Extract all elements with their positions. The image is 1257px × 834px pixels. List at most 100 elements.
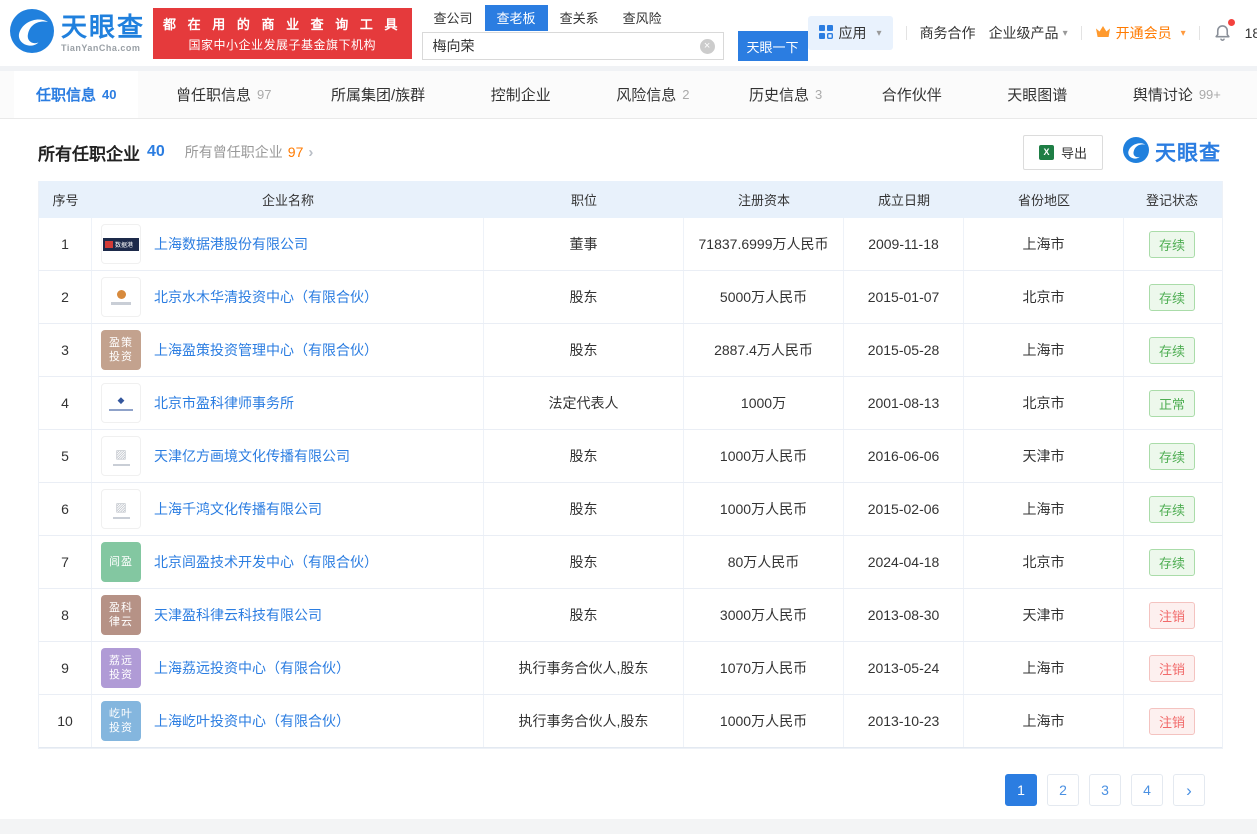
table-row: 6 上海千鸿文化传播有限公司 股东 1000万人民币 2015-02-06 上海… [39, 483, 1222, 536]
nav-divider [905, 26, 907, 40]
account-menu[interactable]: 186*... ▾ [1245, 25, 1257, 41]
search-tab[interactable]: 查老板 [484, 5, 548, 31]
page-tab[interactable]: 天眼图谱 [985, 71, 1095, 118]
date-cell: 2024-04-18 [844, 536, 964, 588]
date-value: 2015-05-28 [867, 342, 940, 358]
page-tab-label: 舆情讨论 [1132, 87, 1193, 104]
page-bottom-strip [0, 819, 1257, 834]
nav-business-cooperation[interactable]: 商务合作 [920, 23, 976, 43]
company-cell: 屹叶 投资 上海屹叶投资中心（有限合伙） [92, 695, 484, 747]
company-logo: 荔远 投资 [101, 648, 141, 688]
excel-icon: X [1038, 144, 1054, 160]
position-cell: 法定代表人 [484, 377, 684, 429]
position-cell: 股东 [484, 271, 684, 323]
page-tab[interactable]: 风险信息 2 [594, 71, 711, 118]
date-value: 2015-01-07 [867, 289, 940, 305]
position-value: 执行事务合伙人,股东 [518, 713, 649, 729]
capital-cell: 5000万人民币 [684, 271, 844, 323]
company-link[interactable]: 上海荔远投资中心（有限合伙） [154, 658, 350, 678]
page-button[interactable]: 1 [1005, 774, 1037, 806]
notification-dot [1227, 19, 1235, 26]
date-cell: 2013-05-24 [844, 642, 964, 694]
section-header: 所有任职企业 40 所有曾任职企业 97 › X 导出 天眼查 [38, 134, 1221, 170]
nav-vip-upgrade[interactable]: 开通会员 ▾ [1095, 23, 1186, 43]
column-header: 注册资本 [737, 193, 790, 208]
page-button[interactable]: 2 [1047, 774, 1079, 806]
company-cell: 北京市盈科律师事务所 [92, 377, 484, 429]
tianyancha-logo[interactable]: 天眼查 TianYanCha.com [10, 8, 145, 58]
notifications-button[interactable] [1213, 19, 1235, 44]
province-cell: 北京市 [964, 271, 1124, 323]
row-index-cell: 6 [39, 483, 92, 535]
page-button[interactable]: 4 [1131, 774, 1163, 806]
company-cell: 荔远 投资 上海荔远投资中心（有限合伙） [92, 642, 484, 694]
company-link[interactable]: 上海千鸿文化传播有限公司 [154, 499, 322, 519]
company-logo: 盈科 律云 [101, 595, 141, 635]
company-link[interactable]: 上海数据港股份有限公司 [154, 234, 308, 254]
company-cell: 盈策 投资 上海盈策投资管理中心（有限合伙） [92, 324, 484, 376]
apps-menu[interactable]: 应用 ▾ [807, 16, 893, 50]
province-cell: 上海市 [964, 642, 1124, 694]
apps-label: 应用 [838, 25, 867, 41]
next-page-button[interactable]: › [1173, 774, 1205, 806]
search-tab[interactable]: 查关系 [548, 5, 611, 31]
company-logo [101, 436, 141, 476]
date-cell: 2013-10-23 [844, 695, 964, 747]
row-index-cell: 3 [39, 324, 92, 376]
search-button[interactable]: 天眼一下 [737, 31, 808, 61]
province-cell: 上海市 [964, 218, 1124, 270]
position-cell: 股东 [484, 430, 684, 482]
company-link[interactable]: 上海盈策投资管理中心（有限合伙） [154, 340, 378, 360]
status-cell: 存续 [1124, 430, 1220, 482]
province-cell: 上海市 [964, 324, 1124, 376]
chevron-right-icon: › [1186, 780, 1192, 800]
company-link[interactable]: 北京闾盈技术开发中心（有限合伙） [154, 552, 378, 572]
date-value: 2013-08-30 [867, 607, 940, 623]
status-badge: 注销 [1148, 707, 1195, 735]
status-cell: 注销 [1124, 589, 1220, 641]
nav-enterprise-products[interactable]: 企业级产品 ▾ [989, 23, 1068, 43]
province-value: 上海市 [1022, 713, 1065, 729]
page-tab-label: 天眼图谱 [1007, 87, 1068, 104]
province-cell: 天津市 [964, 430, 1124, 482]
capital-value: 71837.6999万人民币 [698, 236, 829, 252]
former-positions-link[interactable]: 所有曾任职企业 97 › [185, 142, 314, 162]
page-tab[interactable]: 所属集团/族群 [309, 71, 453, 118]
page-tab-label: 合作伙伴 [881, 87, 942, 104]
page-tab[interactable]: 任职信息 40 [14, 71, 139, 118]
page-button[interactable]: 3 [1089, 774, 1121, 806]
company-logo: 盈策 投资 [101, 330, 141, 370]
province-cell: 北京市 [964, 377, 1124, 429]
export-button[interactable]: X 导出 [1022, 134, 1103, 170]
company-link[interactable]: 北京市盈科律师事务所 [154, 393, 294, 413]
page-tab[interactable]: 历史信息 3 [727, 71, 844, 118]
search-input[interactable] [422, 38, 723, 54]
position-value: 法定代表人 [548, 395, 619, 411]
capital-cell: 1000万人民币 [684, 430, 844, 482]
page-tab[interactable]: 曾任职信息 97 [154, 71, 293, 118]
date-value: 2024-04-18 [867, 554, 940, 570]
date-value: 2009-11-18 [868, 236, 939, 252]
page-tab[interactable]: 控制企业 [469, 71, 579, 118]
row-index-cell: 2 [39, 271, 92, 323]
row-index-cell: 8 [39, 589, 92, 641]
company-link[interactable]: 上海屹叶投资中心（有限合伙） [154, 711, 350, 731]
row-index-cell: 10 [39, 695, 92, 747]
page-tab[interactable]: 合作伙伴 [860, 71, 970, 118]
province-value: 北京市 [1022, 395, 1065, 411]
company-link[interactable]: 天津盈科律云科技有限公司 [154, 605, 322, 625]
province-value: 上海市 [1022, 236, 1065, 252]
clear-icon[interactable]: × [699, 38, 715, 54]
province-cell: 上海市 [964, 695, 1124, 747]
capital-cell: 1070万人民币 [684, 642, 844, 694]
row-index-cell: 5 [39, 430, 92, 482]
page-tab[interactable]: 舆情讨论 99+ [1111, 71, 1243, 118]
company-link[interactable]: 天津亿方画境文化传播有限公司 [154, 446, 350, 466]
section-title: 所有任职企业 [38, 144, 140, 164]
position-value: 股东 [569, 607, 598, 623]
search-tab[interactable]: 查公司 [422, 5, 485, 31]
search-tab[interactable]: 查风险 [611, 5, 674, 31]
promo-badge: 都 在 用 的 商 业 查 询 工 具 国家中小企业发展子基金旗下机构 [153, 7, 412, 59]
status-badge: 存续 [1148, 230, 1195, 258]
company-link[interactable]: 北京水木华清投资中心（有限合伙） [154, 287, 378, 307]
